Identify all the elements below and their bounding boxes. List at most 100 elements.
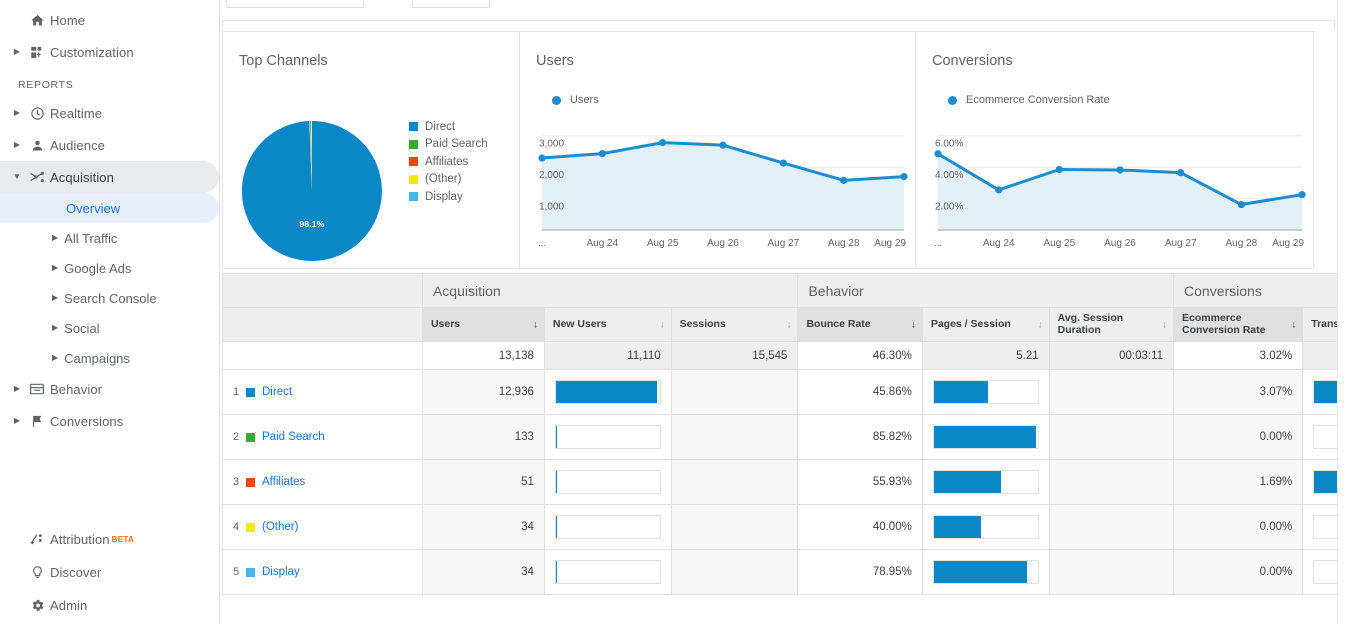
sidebar-item-home[interactable]: Home xyxy=(0,4,219,36)
svg-text:Aug 24: Aug 24 xyxy=(586,238,618,249)
row-color-swatch xyxy=(246,432,255,442)
svg-text:Aug 28: Aug 28 xyxy=(1225,238,1257,249)
sort-arrow-icon: ↓ xyxy=(532,318,538,330)
sort-arrow-icon: ↓ xyxy=(786,318,792,330)
sidebar-subitem-label: Campaigns xyxy=(64,350,130,366)
group-blank xyxy=(222,273,423,308)
col-header-bounce-rate[interactable]: Bounce Rate ↓ xyxy=(797,307,923,342)
bar-fill xyxy=(555,381,657,403)
legend-item-other[interactable]: (Other) xyxy=(409,172,488,187)
home-icon xyxy=(24,13,50,28)
col-header-avg-session-duration[interactable]: Avg. Session Duration ↓ xyxy=(1048,307,1175,342)
card-top-channels: Top Channels 98.1% Direct Paid Search Af… xyxy=(222,31,520,269)
sidebar-item-search-console[interactable]: ▶ Search Console xyxy=(0,283,219,313)
channels-table: Acquisition Behavior Conversions Users ↓… xyxy=(222,273,1353,595)
bar-cell xyxy=(543,459,672,505)
bulb-icon xyxy=(24,565,50,580)
legend-label: Direct xyxy=(425,120,456,133)
cell-avg-duration xyxy=(1048,369,1175,415)
table-column-header-row: Users ↓ New Users ↓ Sessions ↓ Bounce Ra… xyxy=(222,307,1353,342)
sidebar-item-acquisition[interactable]: ▼ Acquisition xyxy=(0,161,219,193)
sidebar-item-attribution[interactable]: Attribution BETA xyxy=(0,522,219,556)
row-rank: 3 xyxy=(233,476,240,488)
cell-avg-duration xyxy=(1048,504,1175,550)
svg-text:2,000: 2,000 xyxy=(539,170,564,181)
bar-track xyxy=(554,560,661,584)
beta-badge: BETA xyxy=(111,534,135,544)
summary-users: 13,138 xyxy=(421,341,545,370)
chevron-right-icon: ▶ xyxy=(13,384,21,393)
bar-track xyxy=(932,380,1039,404)
sidebar-item-conversions[interactable]: ▶ Conversions xyxy=(0,405,219,437)
cell-sessions xyxy=(670,414,799,460)
conversions-line-chart[interactable]: 2.00% 4.00% 6.00%... Aug 24 Aug 25 Aug 26 Aug … xyxy=(924,114,1306,254)
bar-cell xyxy=(543,369,672,415)
legend-item-display[interactable]: Display xyxy=(409,189,488,204)
svg-text:1,000: 1,000 xyxy=(539,202,564,213)
legend-item-direct[interactable]: Direct xyxy=(409,119,488,134)
sidebar-item-realtime[interactable]: ▶ Realtime xyxy=(0,97,219,129)
col-header-new-users[interactable]: New Users ↓ xyxy=(543,307,672,342)
legend-label: Display xyxy=(425,190,463,203)
col-header-pages-session[interactable]: Pages / Session ↓ xyxy=(921,307,1050,342)
bar-cell xyxy=(921,369,1050,415)
svg-text:Aug 29: Aug 29 xyxy=(1272,238,1304,249)
sort-arrow-icon: ↓ xyxy=(1162,318,1168,330)
svg-text:6.00%: 6.00% xyxy=(935,139,963,150)
chevron-right-icon: ▶ xyxy=(13,47,21,56)
card-title: Top Channels xyxy=(239,53,328,69)
table-row: 1 Direct 12,936 45.86% 3.07% xyxy=(222,369,1353,415)
cell-avg-duration xyxy=(1048,414,1175,460)
cell-ecommerce-rate: 1.69% xyxy=(1173,459,1304,505)
cell-bounce-rate: 85.82% xyxy=(797,414,923,460)
sidebar-item-audience[interactable]: ▶ Audience xyxy=(0,129,219,161)
sidebar-item-discover[interactable]: Discover xyxy=(0,556,219,589)
col-header-blank xyxy=(222,307,423,342)
flag-icon xyxy=(24,414,50,429)
col-header-ecommerce-conversion-rate[interactable]: Ecommerce Conversion Rate ↓ xyxy=(1173,307,1304,342)
cell-ecommerce-rate: 0.00% xyxy=(1173,549,1304,595)
svg-text:...: ... xyxy=(538,238,546,249)
legend-label: Ecommerce Conversion Rate xyxy=(966,94,1110,106)
row-channel-link[interactable]: (Other) xyxy=(262,521,298,533)
row-channel-link[interactable]: Paid Search xyxy=(262,431,325,443)
bar-cell xyxy=(543,549,672,595)
row-channel-link[interactable]: Display xyxy=(262,566,300,578)
card-title: Users xyxy=(536,53,574,69)
col-label: New Users xyxy=(552,317,607,330)
users-line-chart[interactable]: 1,000 2,000 3,000... Aug 24 Aug 25 Aug 26 Aug … xyxy=(528,114,908,254)
toolbar-control-right[interactable] xyxy=(412,0,490,8)
users-chart-legend[interactable]: Users xyxy=(552,94,599,106)
legend-item-paid-search[interactable]: Paid Search xyxy=(409,137,488,152)
legend-swatch xyxy=(409,139,418,149)
sidebar-item-social[interactable]: ▶ Social xyxy=(0,313,219,343)
row-label-cell: 4 (Other) xyxy=(222,504,423,550)
bar-fill xyxy=(933,561,1028,583)
row-channel-link[interactable]: Direct xyxy=(262,386,292,398)
legend-dot-icon xyxy=(948,95,957,105)
legend-item-affiliates[interactable]: Affiliates xyxy=(409,154,488,169)
bar-cell xyxy=(921,549,1050,595)
toolbar-control-left[interactable] xyxy=(226,0,364,8)
sidebar-item-overview[interactable]: Overview xyxy=(0,193,219,223)
svg-text:4.00%: 4.00% xyxy=(935,170,963,181)
sidebar-item-google-ads[interactable]: ▶ Google Ads xyxy=(0,253,219,283)
sidebar-item-campaigns[interactable]: ▶ Campaigns xyxy=(0,343,219,373)
bar-cell xyxy=(543,414,672,460)
col-header-sessions[interactable]: Sessions ↓ xyxy=(670,307,799,342)
svg-text:Aug 26: Aug 26 xyxy=(707,238,739,249)
svg-text:Aug 25: Aug 25 xyxy=(647,238,679,249)
sidebar-item-label: Admin xyxy=(50,598,88,613)
row-channel-link[interactable]: Affiliates xyxy=(262,476,305,488)
group-conversions: Conversions xyxy=(1173,273,1353,308)
table-group-header-row: Acquisition Behavior Conversions xyxy=(222,273,1353,308)
sidebar-item-customization[interactable]: ▶ Customization xyxy=(0,36,219,68)
sidebar-item-admin[interactable]: Admin xyxy=(0,589,219,622)
cell-sessions xyxy=(670,504,799,550)
scrollbar-gutter[interactable] xyxy=(1337,0,1353,624)
col-header-users[interactable]: Users ↓ xyxy=(421,307,545,342)
sidebar-item-behavior[interactable]: ▶ Behavior xyxy=(0,373,219,405)
main-content: Top Channels 98.1% Direct Paid Search Af… xyxy=(220,0,1353,624)
conversions-chart-legend[interactable]: Ecommerce Conversion Rate xyxy=(948,94,1110,106)
sidebar-item-all-traffic[interactable]: ▶ All Traffic xyxy=(0,223,219,253)
